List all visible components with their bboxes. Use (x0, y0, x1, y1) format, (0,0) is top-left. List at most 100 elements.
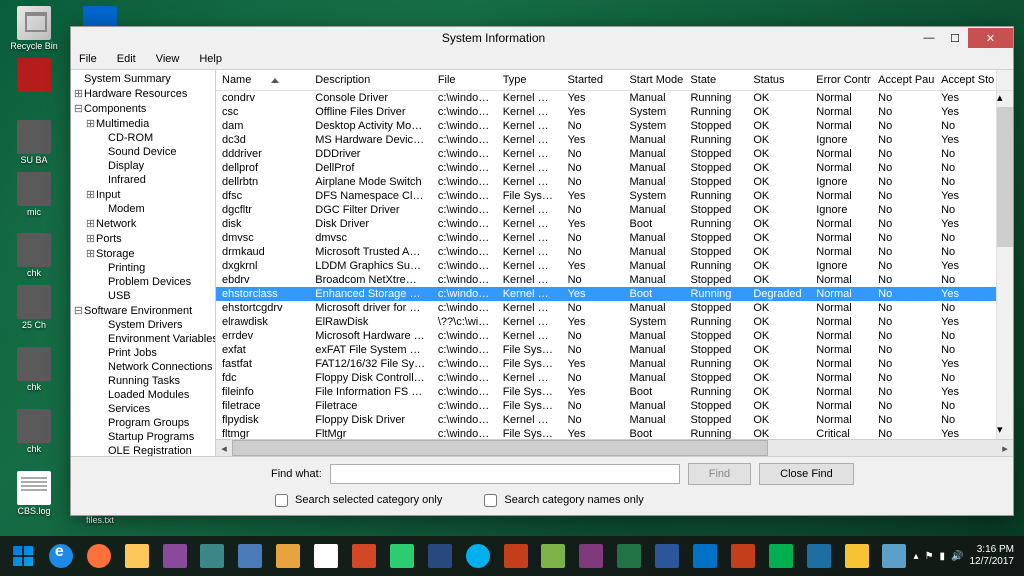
tree-node[interactable]: Modem (73, 202, 213, 216)
tree-node[interactable]: ⊟Components (73, 101, 213, 116)
taskbar-store[interactable] (763, 540, 799, 572)
desktop-icon[interactable]: CBS.log (4, 469, 64, 529)
menu-view[interactable]: View (152, 53, 184, 65)
table-row[interactable]: dellprofDellProfc:\windows\s...Kernel Dr… (216, 161, 996, 175)
column-header[interactable]: Description (309, 70, 432, 90)
taskbar-app[interactable] (535, 540, 571, 572)
clock[interactable]: 3:16 PM 12/7/2017 (970, 544, 1015, 568)
table-body[interactable]: condrvConsole Driverc:\windows\s...Kerne… (216, 91, 996, 439)
taskbar[interactable]: ▴ ⚑ ▮ 🔊 3:16 PM 12/7/2017 (0, 536, 1024, 576)
desktop-icon[interactable]: mic (4, 170, 64, 230)
taskbar-onenote[interactable] (573, 540, 609, 572)
expand-icon[interactable]: ⊞ (85, 188, 96, 201)
taskbar-word[interactable] (649, 540, 685, 572)
taskbar-skype[interactable] (460, 540, 496, 572)
taskbar-ie[interactable] (43, 540, 79, 572)
table-row[interactable]: fdcFloppy Disk Controller Driverc:\windo… (216, 371, 996, 385)
expand-icon[interactable]: ⊞ (73, 87, 84, 100)
table-row[interactable]: ehstortcgdrvMicrosoft driver for storage… (216, 301, 996, 315)
find-button[interactable]: Find (688, 463, 751, 485)
desktop-icon[interactable]: chk (4, 345, 64, 405)
table-row[interactable]: ehstorclassEnhanced Storage Filter Drive… (216, 287, 996, 301)
table-row[interactable]: filetraceFiletracec:\windows\s...File Sy… (216, 399, 996, 413)
taskbar-app[interactable] (194, 540, 230, 572)
menu-file[interactable]: File (75, 53, 101, 65)
column-header[interactable]: Started (562, 70, 624, 90)
tree-node[interactable]: CD-ROM (73, 131, 213, 145)
column-header[interactable]: Type (497, 70, 562, 90)
taskbar-app[interactable] (308, 540, 344, 572)
taskbar-outlook[interactable] (687, 540, 723, 572)
table-row[interactable]: dellrbtnAirplane Mode Switchc:\windows\s… (216, 175, 996, 189)
table-row[interactable]: dfscDFS Namespace Client Driverc:\window… (216, 189, 996, 203)
minimize-button[interactable]: — (916, 28, 942, 48)
taskbar-app[interactable] (422, 540, 458, 572)
taskbar-app[interactable] (839, 540, 875, 572)
tree-node[interactable]: Services (73, 402, 213, 416)
search-selected-checkbox[interactable]: Search selected category only (271, 491, 442, 510)
table-row[interactable]: dddriverDDDriverc:\windows\s...Kernel Dr… (216, 147, 996, 161)
tree-node[interactable]: Problem Devices (73, 275, 213, 289)
tree-node[interactable]: Infrared (73, 173, 213, 187)
start-button[interactable] (5, 540, 41, 572)
tree-node[interactable]: ⊞Network (73, 216, 213, 231)
maximize-button[interactable]: ☐ (942, 28, 968, 48)
table-row[interactable]: dmvscdmvscc:\windows\s...Kernel DriverNo… (216, 231, 996, 245)
tree-node[interactable]: OLE Registration (73, 444, 213, 456)
desktop-icon[interactable]: chk (4, 407, 64, 467)
tree-node[interactable]: ⊞Hardware Resources (73, 86, 213, 101)
vertical-scrollbar[interactable]: ▴ ▾ (996, 91, 1013, 439)
category-tree[interactable]: System Summary⊞Hardware Resources⊟Compon… (71, 70, 216, 456)
taskbar-app[interactable] (232, 540, 268, 572)
tray-network-icon[interactable]: ▮ (940, 551, 946, 562)
tray-up-icon[interactable]: ▴ (914, 551, 919, 562)
table-row[interactable]: elrawdiskElRawDisk\??\c:\windo...Kernel … (216, 315, 996, 329)
table-row[interactable]: fastfatFAT12/16/32 File System Driverc:\… (216, 357, 996, 371)
desktop-icon[interactable]: Recycle Bin (4, 4, 64, 54)
expand-icon[interactable]: ⊟ (73, 304, 84, 317)
column-header[interactable]: State (684, 70, 747, 90)
system-tray[interactable]: ▴ ⚑ ▮ 🔊 3:16 PM 12/7/2017 (914, 544, 1020, 568)
tree-node[interactable]: ⊟Software Environment (73, 303, 213, 318)
column-header[interactable]: Accept Stop (935, 70, 996, 90)
tree-node[interactable]: Loaded Modules (73, 388, 213, 402)
taskbar-firefox[interactable] (81, 540, 117, 572)
find-input[interactable] (330, 464, 680, 484)
column-header[interactable]: Start Mode (623, 70, 684, 90)
tree-node[interactable]: USB (73, 289, 213, 303)
taskbar-explorer[interactable] (119, 540, 155, 572)
titlebar[interactable]: System Information — ☐ ✕ (71, 27, 1013, 49)
close-button[interactable]: ✕ (968, 28, 1013, 48)
desktop-icon[interactable]: SU BA (4, 118, 64, 168)
taskbar-excel[interactable] (611, 540, 647, 572)
horizontal-scrollbar[interactable]: ◂ ▸ (216, 439, 1013, 456)
table-row[interactable]: condrvConsole Driverc:\windows\s...Kerne… (216, 91, 996, 105)
tree-node[interactable]: System Drivers (73, 318, 213, 332)
menu-help[interactable]: Help (195, 53, 226, 65)
tree-node[interactable]: Print Jobs (73, 346, 213, 360)
table-row[interactable]: dxgkrnlLDDM Graphics Subsystemc:\windows… (216, 259, 996, 273)
taskbar-app[interactable] (346, 540, 382, 572)
column-header[interactable]: Name (216, 70, 309, 90)
taskbar-app[interactable] (498, 540, 534, 572)
table-row[interactable]: fltmgrFltMgrc:\windows\s...File System D… (216, 427, 996, 439)
tree-node[interactable]: System Summary (73, 72, 213, 86)
tree-node[interactable]: Printing (73, 261, 213, 275)
desktop-icon[interactable]: 25 Ch (4, 283, 64, 343)
tree-node[interactable]: Running Tasks (73, 374, 213, 388)
tray-flag-icon[interactable]: ⚑ (925, 551, 934, 562)
taskbar-app[interactable] (876, 540, 912, 572)
desktop-icon[interactable] (4, 56, 64, 116)
tray-volume-icon[interactable]: 🔊 (951, 551, 963, 562)
tree-node[interactable]: ⊞Multimedia (73, 116, 213, 131)
taskbar-app[interactable] (801, 540, 837, 572)
table-row[interactable]: fileinfoFile Information FS MiniFilterc:… (216, 385, 996, 399)
taskbar-app[interactable] (384, 540, 420, 572)
table-row[interactable]: damDesktop Activity Moderator Dr...c:\wi… (216, 119, 996, 133)
search-names-checkbox[interactable]: Search category names only (480, 491, 643, 510)
table-row[interactable]: drmkaudMicrosoft Trusted Audio Driversc:… (216, 245, 996, 259)
tree-node[interactable]: ⊞Storage (73, 246, 213, 261)
expand-icon[interactable]: ⊞ (85, 217, 96, 230)
expand-icon[interactable]: ⊞ (85, 247, 96, 260)
scrollbar-thumb[interactable] (997, 107, 1013, 247)
